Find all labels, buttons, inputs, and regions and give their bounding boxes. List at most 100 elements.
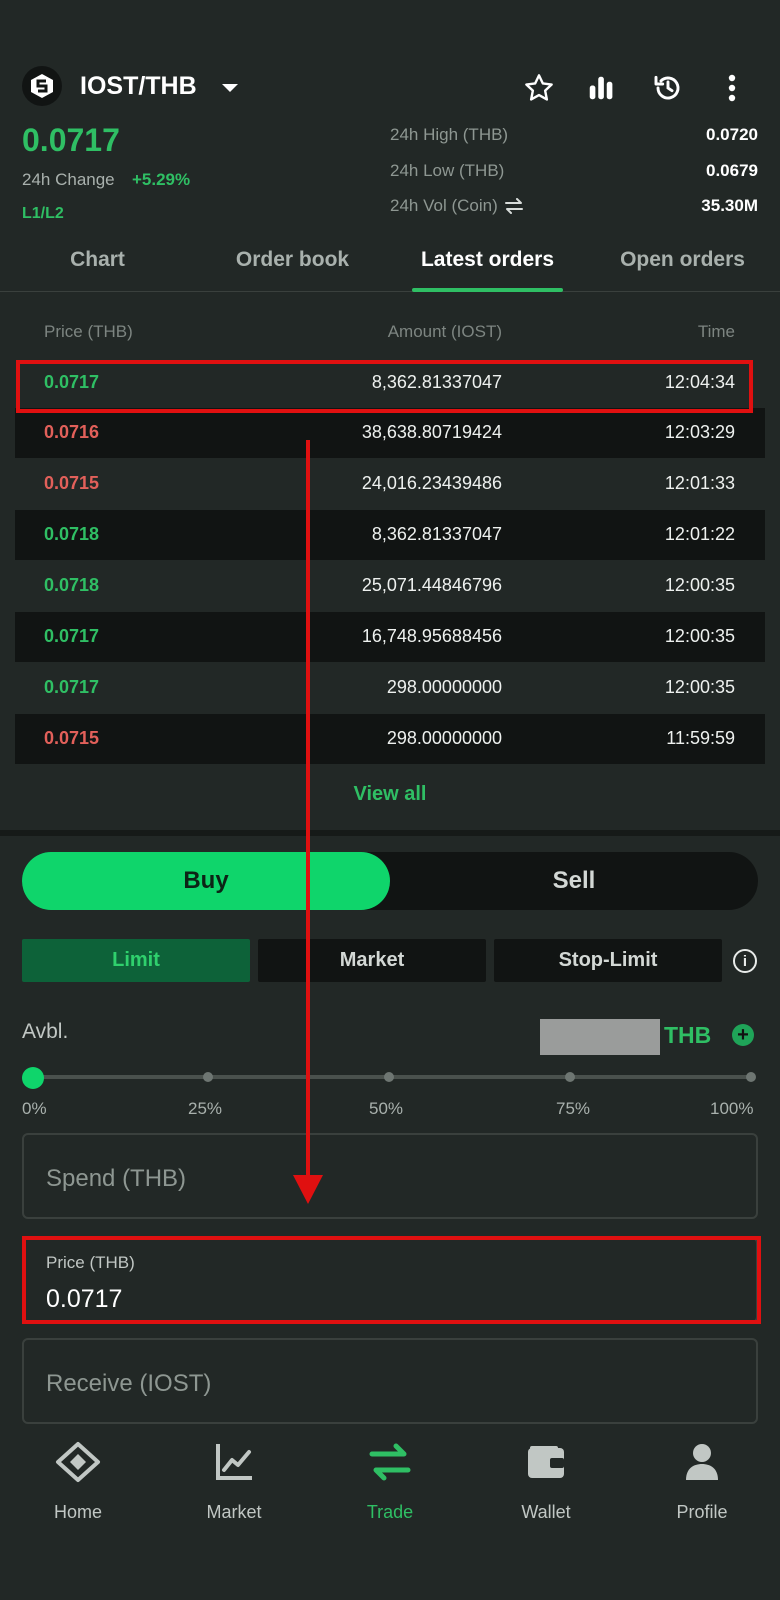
row-amount: 16,748.95688456 — [361, 626, 502, 646]
last-price: 0.0717 — [22, 122, 120, 158]
bar-chart-icon[interactable] — [583, 70, 619, 106]
slider-mark-25[interactable] — [203, 1072, 213, 1082]
table-row[interactable]: 0.0718 25,071.44846796 12:00:35 — [15, 561, 765, 611]
stat-vol-value: 35.30M — [701, 196, 758, 215]
row-amount: 8,362.81337047 — [371, 524, 502, 544]
stat-low-label: 24h Low (THB) — [390, 161, 505, 180]
col-header-amount: Amount (IOST) — [387, 322, 502, 341]
nav-home[interactable]: Home — [0, 1440, 156, 1523]
table-row[interactable]: 0.0716 38,638.80719424 12:03:29 — [15, 408, 765, 458]
nav-wallet[interactable]: Wallet — [468, 1440, 624, 1523]
pair-name[interactable]: IOST/THB — [80, 72, 197, 101]
stat-high-label: 24h High (THB) — [390, 125, 509, 144]
history-icon[interactable] — [650, 70, 686, 106]
tab-active-indicator — [412, 288, 563, 292]
row-amount: 298.00000000 — [386, 677, 502, 697]
row-amount: 38,638.80719424 — [361, 422, 502, 442]
row-time: 12:00:35 — [664, 575, 735, 595]
table-row[interactable]: 0.0715 24,016.23439486 12:01:33 — [15, 459, 765, 509]
tab-order-book[interactable]: Order book — [195, 248, 390, 272]
tab-bar: Chart Order book Latest orders Open orde… — [0, 236, 780, 292]
row-price: 0.0717 — [44, 626, 100, 646]
slider-label-0: 0% — [22, 1099, 47, 1118]
row-price: 0.0718 — [44, 575, 100, 595]
tab-chart[interactable]: Chart — [0, 248, 195, 272]
receive-field[interactable]: Receive (IOST) — [22, 1338, 758, 1424]
stat-high-value: 0.0720 — [706, 125, 758, 144]
table-row[interactable]: 0.0717 298.00000000 12:00:35 — [15, 663, 765, 713]
col-header-price: Price (THB) — [44, 322, 133, 341]
swap-icon[interactable] — [504, 198, 524, 214]
row-amount: 298.00000000 — [386, 728, 502, 748]
slider-label-25: 25% — [188, 1099, 223, 1118]
deposit-plus-icon[interactable]: + — [732, 1024, 754, 1046]
highlight-box-order-row — [16, 360, 753, 413]
slider-mark-100[interactable] — [746, 1072, 756, 1082]
view-all-link[interactable]: View all — [0, 783, 780, 806]
row-time: 12:01:22 — [664, 524, 735, 544]
nav-profile[interactable]: Profile — [624, 1440, 780, 1523]
row-time: 12:00:35 — [664, 626, 735, 646]
star-icon[interactable] — [521, 70, 557, 106]
row-time: 12:01:33 — [664, 473, 735, 493]
nav-trade-label: Trade — [366, 1502, 414, 1522]
row-price: 0.0716 — [44, 422, 100, 442]
slider-label-75: 75% — [556, 1099, 591, 1118]
row-price: 0.0715 — [44, 728, 100, 748]
amount-slider-handle[interactable] — [22, 1067, 44, 1089]
annotation-arrow — [293, 440, 323, 1204]
row-amount: 24,016.23439486 — [361, 473, 502, 493]
stat-vol-label: 24h Vol (Coin) — [390, 196, 498, 215]
nav-trade[interactable]: Trade — [312, 1440, 468, 1523]
table-row[interactable]: 0.0715 298.00000000 11:59:59 — [15, 714, 765, 764]
row-price: 0.0718 — [44, 524, 100, 544]
tab-open-orders[interactable]: Open orders — [585, 248, 780, 272]
row-price: 0.0715 — [44, 473, 100, 493]
order-type-limit[interactable]: Limit — [22, 939, 250, 982]
nav-market[interactable]: Market — [156, 1440, 312, 1523]
nav-wallet-label: Wallet — [521, 1502, 571, 1522]
table-row[interactable]: 0.0718 8,362.81337047 12:01:22 — [15, 510, 765, 560]
available-currency: THB — [664, 1022, 712, 1048]
stat-low-value: 0.0679 — [706, 161, 758, 180]
trade-icon — [369, 1443, 411, 1481]
slider-mark-75[interactable] — [565, 1072, 575, 1082]
change-value: +5.29% — [132, 170, 191, 189]
buy-button[interactable]: Buy — [22, 852, 390, 910]
profile-icon — [686, 1444, 718, 1480]
change-label: 24h Change — [22, 170, 115, 189]
slider-label-50: 50% — [369, 1099, 404, 1118]
sell-button[interactable]: Sell — [390, 852, 758, 910]
info-icon[interactable]: i — [733, 949, 757, 973]
market-icon — [216, 1444, 252, 1480]
pair-dropdown-icon[interactable] — [222, 84, 238, 92]
highlight-box-price-field — [22, 1236, 761, 1324]
more-vertical-icon[interactable] — [714, 70, 750, 106]
col-header-time: Time — [697, 322, 735, 341]
stat-vol-row: 24h Vol (Coin) — [390, 196, 524, 216]
table-row[interactable]: 0.0717 16,748.95688456 12:00:35 — [15, 612, 765, 662]
order-type-stop-limit[interactable]: Stop-Limit — [494, 939, 722, 982]
row-time: 12:00:35 — [664, 677, 735, 697]
depth-toggle[interactable]: L1/L2 — [22, 205, 64, 223]
row-amount: 25,071.44846796 — [361, 575, 502, 595]
slider-mark-50[interactable] — [384, 1072, 394, 1082]
nav-profile-label: Profile — [676, 1502, 728, 1522]
slider-label-100: 100% — [710, 1099, 754, 1118]
available-label: Avbl. — [22, 1020, 69, 1043]
row-time: 12:03:29 — [664, 422, 735, 442]
buy-sell-toggle: Buy Sell — [22, 852, 758, 910]
row-price: 0.0717 — [44, 677, 100, 697]
spend-placeholder: Spend (THB) — [46, 1165, 187, 1192]
spend-field[interactable]: Spend (THB) — [22, 1133, 758, 1219]
nav-market-label: Market — [206, 1502, 262, 1522]
coin-logo — [22, 66, 62, 106]
home-icon — [56, 1442, 100, 1482]
tab-latest-orders[interactable]: Latest orders — [390, 248, 585, 272]
available-balance-redacted — [540, 1019, 660, 1055]
row-time: 11:59:59 — [666, 728, 735, 748]
receive-placeholder: Receive (IOST) — [46, 1370, 212, 1397]
nav-home-label: Home — [53, 1502, 102, 1522]
section-divider — [0, 830, 780, 836]
iost-logo-icon — [31, 74, 53, 98]
